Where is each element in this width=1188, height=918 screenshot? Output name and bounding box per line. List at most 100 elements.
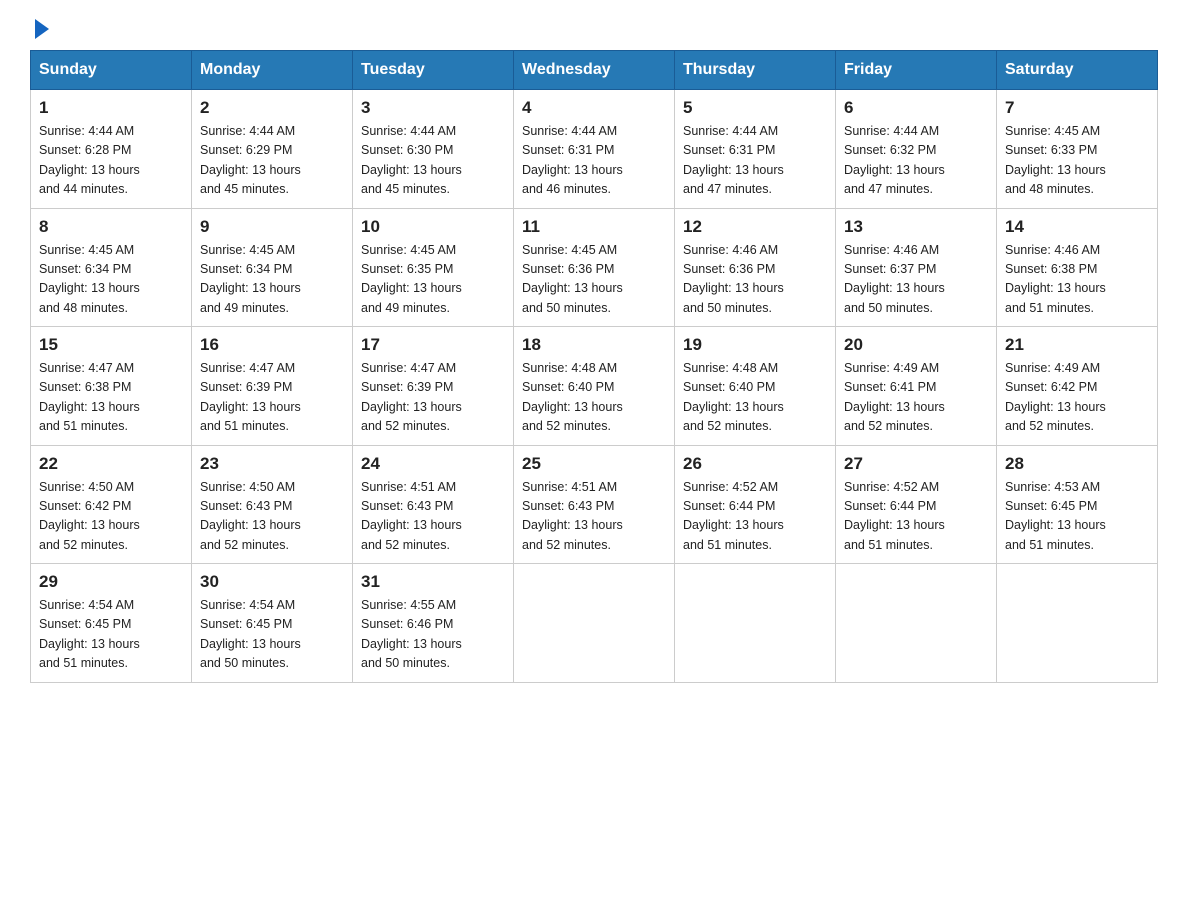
day-info: Sunrise: 4:51 AMSunset: 6:43 PMDaylight:… [522,478,666,556]
calendar-cell: 3 Sunrise: 4:44 AMSunset: 6:30 PMDayligh… [353,90,514,209]
day-info: Sunrise: 4:50 AMSunset: 6:43 PMDaylight:… [200,478,344,556]
day-number: 28 [1005,454,1149,474]
day-info: Sunrise: 4:44 AMSunset: 6:31 PMDaylight:… [683,122,827,200]
day-info: Sunrise: 4:45 AMSunset: 6:36 PMDaylight:… [522,241,666,319]
day-number: 19 [683,335,827,355]
day-number: 31 [361,572,505,592]
day-number: 2 [200,98,344,118]
day-number: 26 [683,454,827,474]
calendar-cell: 31 Sunrise: 4:55 AMSunset: 6:46 PMDaylig… [353,564,514,683]
logo [30,20,49,40]
logo-arrow-icon [35,19,49,39]
day-info: Sunrise: 4:47 AMSunset: 6:39 PMDaylight:… [361,359,505,437]
day-number: 15 [39,335,183,355]
day-info: Sunrise: 4:48 AMSunset: 6:40 PMDaylight:… [522,359,666,437]
day-number: 14 [1005,217,1149,237]
day-info: Sunrise: 4:52 AMSunset: 6:44 PMDaylight:… [683,478,827,556]
calendar-cell: 23 Sunrise: 4:50 AMSunset: 6:43 PMDaylig… [192,445,353,564]
day-number: 18 [522,335,666,355]
day-info: Sunrise: 4:45 AMSunset: 6:33 PMDaylight:… [1005,122,1149,200]
calendar-cell [836,564,997,683]
calendar-header-row: SundayMondayTuesdayWednesdayThursdayFrid… [31,51,1158,90]
day-info: Sunrise: 4:44 AMSunset: 6:32 PMDaylight:… [844,122,988,200]
day-number: 6 [844,98,988,118]
day-info: Sunrise: 4:54 AMSunset: 6:45 PMDaylight:… [200,596,344,674]
day-info: Sunrise: 4:49 AMSunset: 6:42 PMDaylight:… [1005,359,1149,437]
calendar-cell: 21 Sunrise: 4:49 AMSunset: 6:42 PMDaylig… [997,327,1158,446]
calendar-week-row: 15 Sunrise: 4:47 AMSunset: 6:38 PMDaylig… [31,327,1158,446]
calendar-cell: 25 Sunrise: 4:51 AMSunset: 6:43 PMDaylig… [514,445,675,564]
day-number: 24 [361,454,505,474]
calendar-cell: 29 Sunrise: 4:54 AMSunset: 6:45 PMDaylig… [31,564,192,683]
day-number: 12 [683,217,827,237]
day-info: Sunrise: 4:46 AMSunset: 6:37 PMDaylight:… [844,241,988,319]
calendar-header-thursday: Thursday [675,51,836,90]
day-info: Sunrise: 4:46 AMSunset: 6:38 PMDaylight:… [1005,241,1149,319]
calendar-cell: 13 Sunrise: 4:46 AMSunset: 6:37 PMDaylig… [836,208,997,327]
day-info: Sunrise: 4:46 AMSunset: 6:36 PMDaylight:… [683,241,827,319]
day-info: Sunrise: 4:53 AMSunset: 6:45 PMDaylight:… [1005,478,1149,556]
calendar-header-monday: Monday [192,51,353,90]
calendar-week-row: 8 Sunrise: 4:45 AMSunset: 6:34 PMDayligh… [31,208,1158,327]
day-number: 27 [844,454,988,474]
day-info: Sunrise: 4:50 AMSunset: 6:42 PMDaylight:… [39,478,183,556]
day-number: 16 [200,335,344,355]
day-number: 17 [361,335,505,355]
calendar-cell: 9 Sunrise: 4:45 AMSunset: 6:34 PMDayligh… [192,208,353,327]
calendar-header-sunday: Sunday [31,51,192,90]
day-info: Sunrise: 4:47 AMSunset: 6:39 PMDaylight:… [200,359,344,437]
calendar-cell: 22 Sunrise: 4:50 AMSunset: 6:42 PMDaylig… [31,445,192,564]
day-number: 20 [844,335,988,355]
calendar-cell: 5 Sunrise: 4:44 AMSunset: 6:31 PMDayligh… [675,90,836,209]
calendar-header-wednesday: Wednesday [514,51,675,90]
calendar-cell: 7 Sunrise: 4:45 AMSunset: 6:33 PMDayligh… [997,90,1158,209]
day-number: 1 [39,98,183,118]
calendar-cell: 12 Sunrise: 4:46 AMSunset: 6:36 PMDaylig… [675,208,836,327]
day-number: 8 [39,217,183,237]
day-info: Sunrise: 4:44 AMSunset: 6:29 PMDaylight:… [200,122,344,200]
day-number: 21 [1005,335,1149,355]
calendar-week-row: 1 Sunrise: 4:44 AMSunset: 6:28 PMDayligh… [31,90,1158,209]
calendar-cell: 17 Sunrise: 4:47 AMSunset: 6:39 PMDaylig… [353,327,514,446]
day-number: 30 [200,572,344,592]
day-number: 23 [200,454,344,474]
day-info: Sunrise: 4:47 AMSunset: 6:38 PMDaylight:… [39,359,183,437]
day-number: 9 [200,217,344,237]
calendar-header-saturday: Saturday [997,51,1158,90]
day-number: 4 [522,98,666,118]
day-number: 22 [39,454,183,474]
day-info: Sunrise: 4:55 AMSunset: 6:46 PMDaylight:… [361,596,505,674]
logo-area [30,20,49,40]
day-info: Sunrise: 4:45 AMSunset: 6:34 PMDaylight:… [39,241,183,319]
day-number: 25 [522,454,666,474]
calendar-cell: 2 Sunrise: 4:44 AMSunset: 6:29 PMDayligh… [192,90,353,209]
calendar-cell: 6 Sunrise: 4:44 AMSunset: 6:32 PMDayligh… [836,90,997,209]
calendar-cell: 16 Sunrise: 4:47 AMSunset: 6:39 PMDaylig… [192,327,353,446]
calendar-cell: 18 Sunrise: 4:48 AMSunset: 6:40 PMDaylig… [514,327,675,446]
day-number: 29 [39,572,183,592]
calendar-cell: 28 Sunrise: 4:53 AMSunset: 6:45 PMDaylig… [997,445,1158,564]
calendar-cell [675,564,836,683]
day-info: Sunrise: 4:54 AMSunset: 6:45 PMDaylight:… [39,596,183,674]
day-info: Sunrise: 4:44 AMSunset: 6:30 PMDaylight:… [361,122,505,200]
calendar-cell: 27 Sunrise: 4:52 AMSunset: 6:44 PMDaylig… [836,445,997,564]
day-number: 7 [1005,98,1149,118]
calendar-cell: 8 Sunrise: 4:45 AMSunset: 6:34 PMDayligh… [31,208,192,327]
calendar-cell: 14 Sunrise: 4:46 AMSunset: 6:38 PMDaylig… [997,208,1158,327]
calendar-cell [514,564,675,683]
calendar-cell: 26 Sunrise: 4:52 AMSunset: 6:44 PMDaylig… [675,445,836,564]
calendar-cell: 11 Sunrise: 4:45 AMSunset: 6:36 PMDaylig… [514,208,675,327]
day-info: Sunrise: 4:48 AMSunset: 6:40 PMDaylight:… [683,359,827,437]
day-number: 10 [361,217,505,237]
calendar-table: SundayMondayTuesdayWednesdayThursdayFrid… [30,50,1158,683]
calendar-header-friday: Friday [836,51,997,90]
calendar-cell [997,564,1158,683]
calendar-cell: 4 Sunrise: 4:44 AMSunset: 6:31 PMDayligh… [514,90,675,209]
calendar-cell: 20 Sunrise: 4:49 AMSunset: 6:41 PMDaylig… [836,327,997,446]
calendar-header-tuesday: Tuesday [353,51,514,90]
day-info: Sunrise: 4:45 AMSunset: 6:35 PMDaylight:… [361,241,505,319]
calendar-cell: 24 Sunrise: 4:51 AMSunset: 6:43 PMDaylig… [353,445,514,564]
day-info: Sunrise: 4:44 AMSunset: 6:31 PMDaylight:… [522,122,666,200]
calendar-cell: 15 Sunrise: 4:47 AMSunset: 6:38 PMDaylig… [31,327,192,446]
day-info: Sunrise: 4:45 AMSunset: 6:34 PMDaylight:… [200,241,344,319]
